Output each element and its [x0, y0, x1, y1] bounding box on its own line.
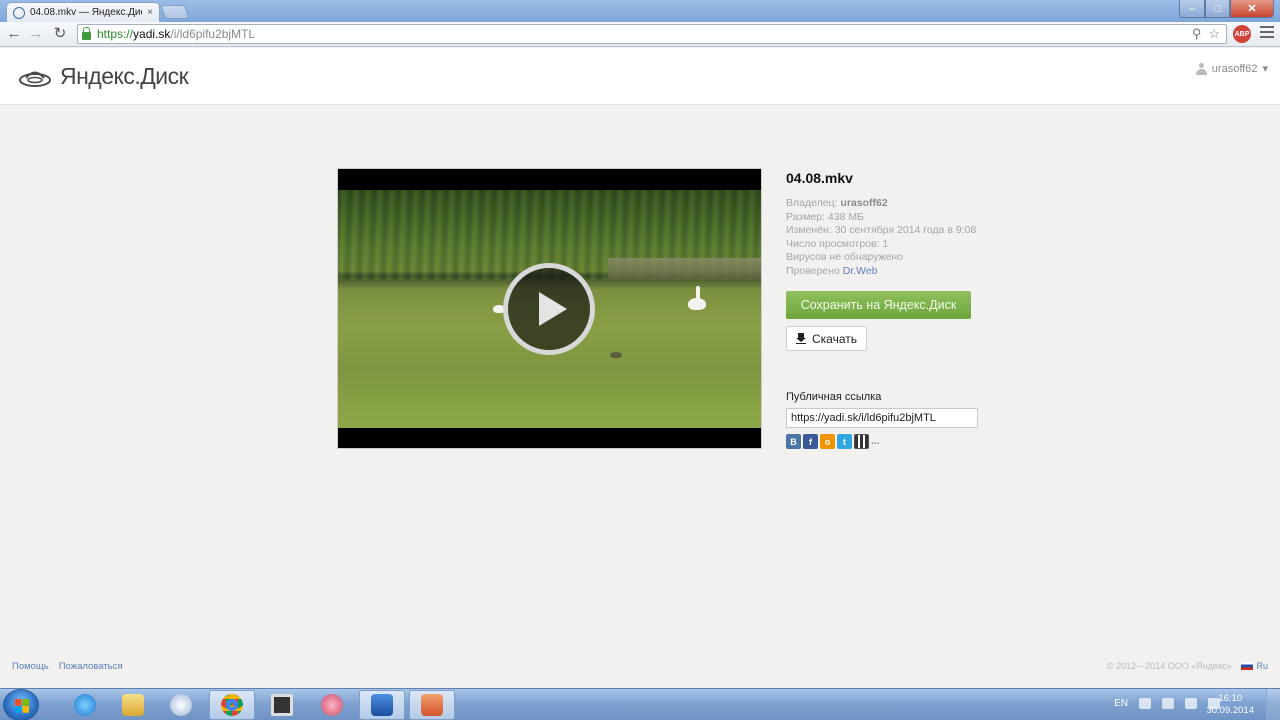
owner-label: Владелец:: [786, 197, 838, 209]
show-desktop-button[interactable]: [1266, 689, 1280, 720]
user-menu[interactable]: urasoff62 ▾: [1195, 62, 1268, 75]
complain-link[interactable]: Пожаловаться: [59, 661, 123, 672]
chevron-down-icon: ▾: [1262, 63, 1268, 75]
clock-date: 30.09.2014: [1206, 705, 1254, 716]
taskbar-chrome[interactable]: [209, 690, 255, 720]
network-icon[interactable]: [1162, 698, 1174, 709]
url-scheme: https://: [97, 27, 134, 41]
windows-logo-icon: [15, 699, 29, 713]
volume-icon[interactable]: [1185, 698, 1197, 709]
download-label: Скачать: [812, 331, 857, 346]
clock-time: 16:10: [1218, 693, 1243, 704]
windows-taskbar: EN 16:10 30.09.2014: [0, 688, 1280, 720]
minimize-button[interactable]: –: [1179, 0, 1205, 18]
vk-icon[interactable]: В: [786, 434, 801, 449]
odnoklassniki-icon[interactable]: о: [820, 434, 835, 449]
public-link-input[interactable]: [786, 408, 978, 428]
file-size: Размер: 438 МБ: [786, 210, 864, 223]
video-duck: [610, 352, 622, 358]
qr-code-icon[interactable]: [854, 434, 869, 449]
maximize-button[interactable]: □: [1205, 0, 1230, 18]
file-name: 04.08.mkv: [786, 170, 853, 186]
yandex-disk-logo-icon[interactable]: [18, 65, 52, 89]
scissors-icon: [321, 694, 343, 716]
lock-icon: [82, 26, 91, 40]
folder-icon: [122, 694, 144, 716]
taskbar-paint[interactable]: [158, 690, 204, 720]
copyright: © 2012—2014 ООО «Яндекс»: [1107, 661, 1232, 671]
browser-toolbar: ← → ↻ https://yadi.sk/i/ld6pifu2bjMTL ⚲ …: [0, 22, 1280, 47]
start-button[interactable]: [3, 689, 39, 720]
logo-text[interactable]: Яндекс.Диск: [60, 63, 189, 90]
back-button[interactable]: ←: [5, 25, 23, 43]
site-header: Яндекс.Диск urasoff62 ▾: [0, 48, 1280, 105]
yandex-disk-favicon-icon: [13, 6, 25, 19]
share-buttons: В f о t ...: [786, 434, 879, 449]
twitter-icon[interactable]: t: [837, 434, 852, 449]
owner-row: Владелец: urasoff62: [786, 197, 986, 211]
video-far-bank: [608, 258, 761, 280]
bookmark-star-icon[interactable]: ☆: [1208, 26, 1220, 42]
key-icon[interactable]: ⚲: [1192, 26, 1202, 42]
tab-close-icon[interactable]: ×: [147, 7, 153, 18]
video-player[interactable]: [337, 168, 762, 449]
checked-label: Проверено: [786, 264, 840, 277]
browser-menu-icon[interactable]: [1260, 26, 1274, 41]
powerpoint-icon: [421, 694, 443, 716]
footer-right: © 2012—2014 ООО «Яндекс» Ru: [1107, 661, 1268, 671]
clock[interactable]: 16:10 30.09.2014: [1206, 693, 1254, 717]
checked-row: Проверено Dr.Web: [786, 265, 986, 279]
url-path: /i/ld6pifu2bjMTL: [170, 27, 256, 41]
reload-button[interactable]: ↻: [51, 25, 69, 43]
url-host: yadi.sk: [133, 27, 171, 41]
file-meta: Владелец: urasoff62 Размер: 438 МБ Измен…: [786, 197, 986, 279]
input-language[interactable]: EN: [1114, 698, 1128, 709]
flag-icon[interactable]: [1139, 698, 1151, 709]
user-avatar-icon: [1195, 62, 1207, 75]
file-info: 04.08.mkv Владелец: urasoff62 Размер: 43…: [786, 170, 986, 279]
taskbar-snipping[interactable]: [309, 690, 355, 720]
media-player-icon: [371, 694, 393, 716]
save-to-disk-button[interactable]: Сохранить на Яндекс.Диск: [786, 291, 971, 319]
language-switch[interactable]: Ru: [1241, 661, 1268, 671]
language-label: Ru: [1256, 661, 1268, 671]
download-icon: [796, 333, 806, 344]
system-tray: EN: [1114, 698, 1220, 709]
drweb-link[interactable]: Dr.Web: [843, 265, 878, 277]
taskbar-explorer[interactable]: [110, 690, 156, 720]
russia-flag-icon: [1241, 662, 1254, 670]
file-modified: Изменён: 30 сентября 2014 года в 9:08: [786, 224, 977, 237]
window-controls: – □ ✕: [1179, 0, 1274, 18]
play-button[interactable]: [503, 263, 595, 355]
video-swan-neck: [696, 286, 700, 302]
adblock-icon[interactable]: ABP: [1233, 25, 1251, 43]
facebook-icon[interactable]: f: [803, 434, 818, 449]
owner-name: urasoff62: [840, 197, 888, 209]
taskbar-window[interactable]: [259, 690, 305, 720]
public-link-label: Публичная ссылка: [786, 391, 882, 403]
footer-links: Помощь Пожаловаться: [12, 661, 123, 672]
help-link[interactable]: Помощь: [12, 661, 49, 672]
window-icon: [271, 694, 293, 716]
download-button[interactable]: Скачать: [786, 326, 867, 351]
chrome-icon: [221, 694, 243, 716]
taskbar-ie[interactable]: [62, 690, 108, 720]
internet-explorer-icon: [74, 694, 96, 716]
paint-icon: [170, 694, 192, 716]
close-window-button[interactable]: ✕: [1230, 0, 1274, 18]
new-tab-button[interactable]: [160, 5, 190, 19]
virus-status: Вирусов не обнаружено: [786, 251, 904, 264]
username: urasoff62: [1211, 62, 1258, 75]
play-icon: [539, 292, 567, 326]
forward-button[interactable]: →: [27, 25, 45, 43]
browser-tab[interactable]: 04.08.mkv — Яндекс.Диск ×: [6, 2, 160, 22]
taskbar-media-player[interactable]: [359, 690, 405, 720]
file-views: Число просмотров: 1: [786, 237, 889, 250]
more-share-button[interactable]: ...: [871, 434, 879, 449]
taskbar-powerpoint[interactable]: [409, 690, 455, 720]
address-bar[interactable]: https://yadi.sk/i/ld6pifu2bjMTL ⚲ ☆: [77, 24, 1227, 44]
tab-title: 04.08.mkv — Яндекс.Диск: [30, 7, 143, 18]
window-titlebar: 04.08.mkv — Яндекс.Диск × – □ ✕: [0, 0, 1280, 22]
